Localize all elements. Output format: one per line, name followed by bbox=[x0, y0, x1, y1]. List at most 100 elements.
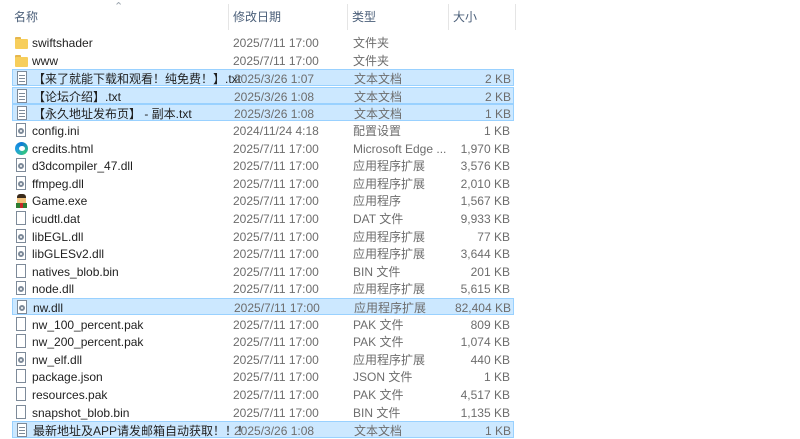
column-divider[interactable] bbox=[515, 4, 516, 30]
file-name: resources.pak bbox=[32, 388, 108, 402]
file-date: 2025/7/11 17:00 bbox=[233, 370, 319, 385]
blank-file-icon bbox=[14, 404, 28, 420]
file-name: www bbox=[32, 53, 58, 68]
file-type: 文本文档 bbox=[354, 89, 403, 104]
file-type: 应用程序扩展 bbox=[353, 229, 426, 244]
text-file-icon bbox=[15, 423, 29, 438]
file-type: PAK 文件 bbox=[353, 317, 404, 332]
file-name: d3dcompiler_47.dll bbox=[32, 159, 133, 174]
settings-file-icon bbox=[14, 228, 28, 244]
column-header-type[interactable]: 类型 bbox=[348, 0, 448, 32]
file-size: 1 KB bbox=[484, 424, 511, 439]
file-row[interactable]: package.json 2025/7/11 17:00 JSON 文件 1 KB bbox=[12, 368, 514, 385]
settings-file-icon bbox=[14, 158, 28, 173]
file-name: 【论坛介绍】.txt bbox=[33, 89, 122, 104]
file-row[interactable]: config.ini 2024/11/24 4:18 配置设置 1 KB bbox=[12, 122, 514, 139]
file-type: BIN 文件 bbox=[353, 264, 401, 279]
blank-file-icon bbox=[14, 387, 28, 402]
file-row[interactable]: Game.exe 2025/7/11 17:00 应用程序 1,567 KB bbox=[12, 192, 514, 209]
file-row[interactable]: nw_100_percent.pak 2025/7/11 17:00 PAK 文件 8… bbox=[12, 316, 514, 333]
file-size: 9,933 KB bbox=[460, 212, 510, 226]
blank-file-icon bbox=[14, 263, 28, 279]
text-file-icon bbox=[15, 106, 29, 121]
column-header-date[interactable]: 修改日期 bbox=[229, 0, 347, 32]
file-size: 4,517 KB bbox=[460, 388, 510, 402]
file-date: 2025/3/26 1:08 bbox=[234, 424, 315, 439]
file-row[interactable]: www 2025/7/11 17:00 文件夹 bbox=[12, 52, 514, 69]
file-row[interactable]: resources.pak 2025/7/11 17:00 PAK 文件 4,517 … bbox=[12, 386, 514, 403]
file-name: 【来了就能下载和观看！纯免费！】.txt bbox=[33, 72, 241, 87]
file-row[interactable]: nw_200_percent.pak 2025/7/11 17:00 PAK 文件 1… bbox=[12, 333, 514, 350]
file-row[interactable]: nw.dll 2025/7/11 17:00 应用程序扩展 82,404 KB bbox=[12, 298, 514, 315]
file-name: Game.exe bbox=[32, 194, 88, 209]
file-size: 1,567 KB bbox=[460, 194, 510, 209]
file-row[interactable]: snapshot_blob.bin 2025/7/11 17:00 BIN 文件 1,… bbox=[12, 404, 514, 421]
file-date: 2025/7/11 17:00 bbox=[233, 36, 319, 50]
file-date: 2025/7/11 17:00 bbox=[234, 301, 320, 315]
edge-browser-icon bbox=[14, 141, 28, 156]
file-date: 2025/7/11 17:00 bbox=[233, 176, 319, 191]
blank-file-icon bbox=[14, 211, 28, 226]
file-size: 3,576 KB bbox=[460, 159, 510, 174]
file-row[interactable]: swiftshader 2025/7/11 17:00 文件夹 bbox=[12, 34, 514, 51]
column-header-size[interactable]: 大小 bbox=[449, 0, 515, 32]
file-name: nw.dll bbox=[33, 301, 64, 315]
file-row[interactable]: libGLESv2.dll 2025/7/11 17:00 应用程序扩展 3,644 … bbox=[12, 245, 514, 262]
file-row[interactable]: libEGL.dll 2025/7/11 17:00 应用程序扩展 77 KB bbox=[12, 228, 514, 245]
file-size: 809 KB bbox=[470, 317, 510, 332]
file-type: 应用程序扩展 bbox=[353, 282, 426, 297]
file-name: 【永久地址发布页】 - 副本.txt bbox=[33, 107, 192, 122]
file-size: 2 KB bbox=[484, 89, 511, 104]
file-size: 2,010 KB bbox=[460, 176, 510, 191]
file-name: 最新地址及APP请发邮箱自动获取！！！.... bbox=[33, 424, 241, 439]
file-row[interactable]: credits.html 2025/7/11 17:00 Microsoft Edg… bbox=[12, 140, 514, 157]
blank-file-icon bbox=[14, 316, 28, 332]
file-row[interactable]: icudtl.dat 2025/7/11 17:00 DAT 文件 9,933 KB bbox=[12, 210, 514, 227]
file-size: 77 KB bbox=[477, 229, 510, 244]
file-row[interactable]: 【来了就能下载和观看！纯免费！】.txt 2025/3/26 1:07 文本文档 2 … bbox=[12, 69, 514, 87]
file-size: 5,615 KB bbox=[460, 282, 510, 297]
settings-file-icon bbox=[15, 300, 29, 315]
file-type: Microsoft Edge ... bbox=[353, 141, 447, 156]
settings-file-icon bbox=[14, 246, 28, 261]
file-name: config.ini bbox=[32, 124, 80, 138]
file-date: 2025/3/26 1:07 bbox=[234, 72, 315, 87]
file-row[interactable]: d3dcompiler_47.dll 2025/7/11 17:00 应用程序扩展 3… bbox=[12, 157, 514, 174]
file-date: 2025/7/11 17:00 bbox=[233, 229, 319, 244]
file-name: nw_elf.dll bbox=[32, 352, 83, 367]
file-row[interactable]: node.dll 2025/7/11 17:00 应用程序扩展 5,615 KB bbox=[12, 280, 514, 297]
settings-file-icon bbox=[14, 281, 28, 296]
file-row[interactable]: ffmpeg.dll 2025/7/11 17:00 应用程序扩展 2,010 KB bbox=[12, 175, 514, 192]
file-type: BIN 文件 bbox=[353, 405, 401, 420]
file-row[interactable]: nw_elf.dll 2025/7/11 17:00 应用程序扩展 440 KB bbox=[12, 351, 514, 368]
sort-ascending-icon: ⌃ bbox=[114, 1, 124, 13]
blank-file-icon bbox=[14, 369, 28, 384]
file-name: nw_200_percent.pak bbox=[32, 335, 144, 350]
file-date: 2025/7/11 17:00 bbox=[233, 388, 319, 402]
file-type: DAT 文件 bbox=[353, 212, 404, 226]
file-type: 应用程序扩展 bbox=[353, 159, 426, 174]
file-type: PAK 文件 bbox=[353, 335, 404, 350]
file-type: 文本文档 bbox=[354, 424, 403, 439]
file-date: 2025/7/11 17:00 bbox=[233, 212, 319, 226]
file-row[interactable]: natives_blob.bin 2025/7/11 17:00 BIN 文件 201… bbox=[12, 263, 514, 280]
settings-file-icon bbox=[14, 123, 28, 138]
file-name: node.dll bbox=[32, 282, 75, 297]
file-name: natives_blob.bin bbox=[32, 264, 119, 279]
column-header: 名称 ⌃ 修改日期 类型 大小 bbox=[0, 0, 520, 32]
file-name: nw_100_percent.pak bbox=[32, 317, 144, 332]
file-size: 440 KB bbox=[470, 352, 510, 367]
file-size: 1,074 KB bbox=[460, 335, 510, 350]
file-date: 2025/7/11 17:00 bbox=[233, 317, 319, 332]
file-row[interactable]: 【论坛介绍】.txt 2025/3/26 1:08 文本文档 2 KB bbox=[12, 86, 514, 104]
file-size: 201 KB bbox=[470, 264, 510, 279]
file-name: ffmpeg.dll bbox=[32, 176, 84, 191]
file-type: PAK 文件 bbox=[353, 388, 404, 402]
file-row[interactable]: 最新地址及APP请发邮箱自动获取！！！.... 2025/3/26 1:08 文本文… bbox=[12, 421, 514, 439]
file-row[interactable]: 【永久地址发布页】 - 副本.txt 2025/3/26 1:08 文本文档 1 KB bbox=[12, 104, 514, 122]
file-size: 3,644 KB bbox=[460, 247, 510, 262]
text-file-icon bbox=[15, 71, 29, 86]
file-name: libGLESv2.dll bbox=[32, 247, 105, 262]
file-date: 2025/7/11 17:00 bbox=[233, 194, 319, 209]
file-size: 1,135 KB bbox=[460, 405, 510, 420]
